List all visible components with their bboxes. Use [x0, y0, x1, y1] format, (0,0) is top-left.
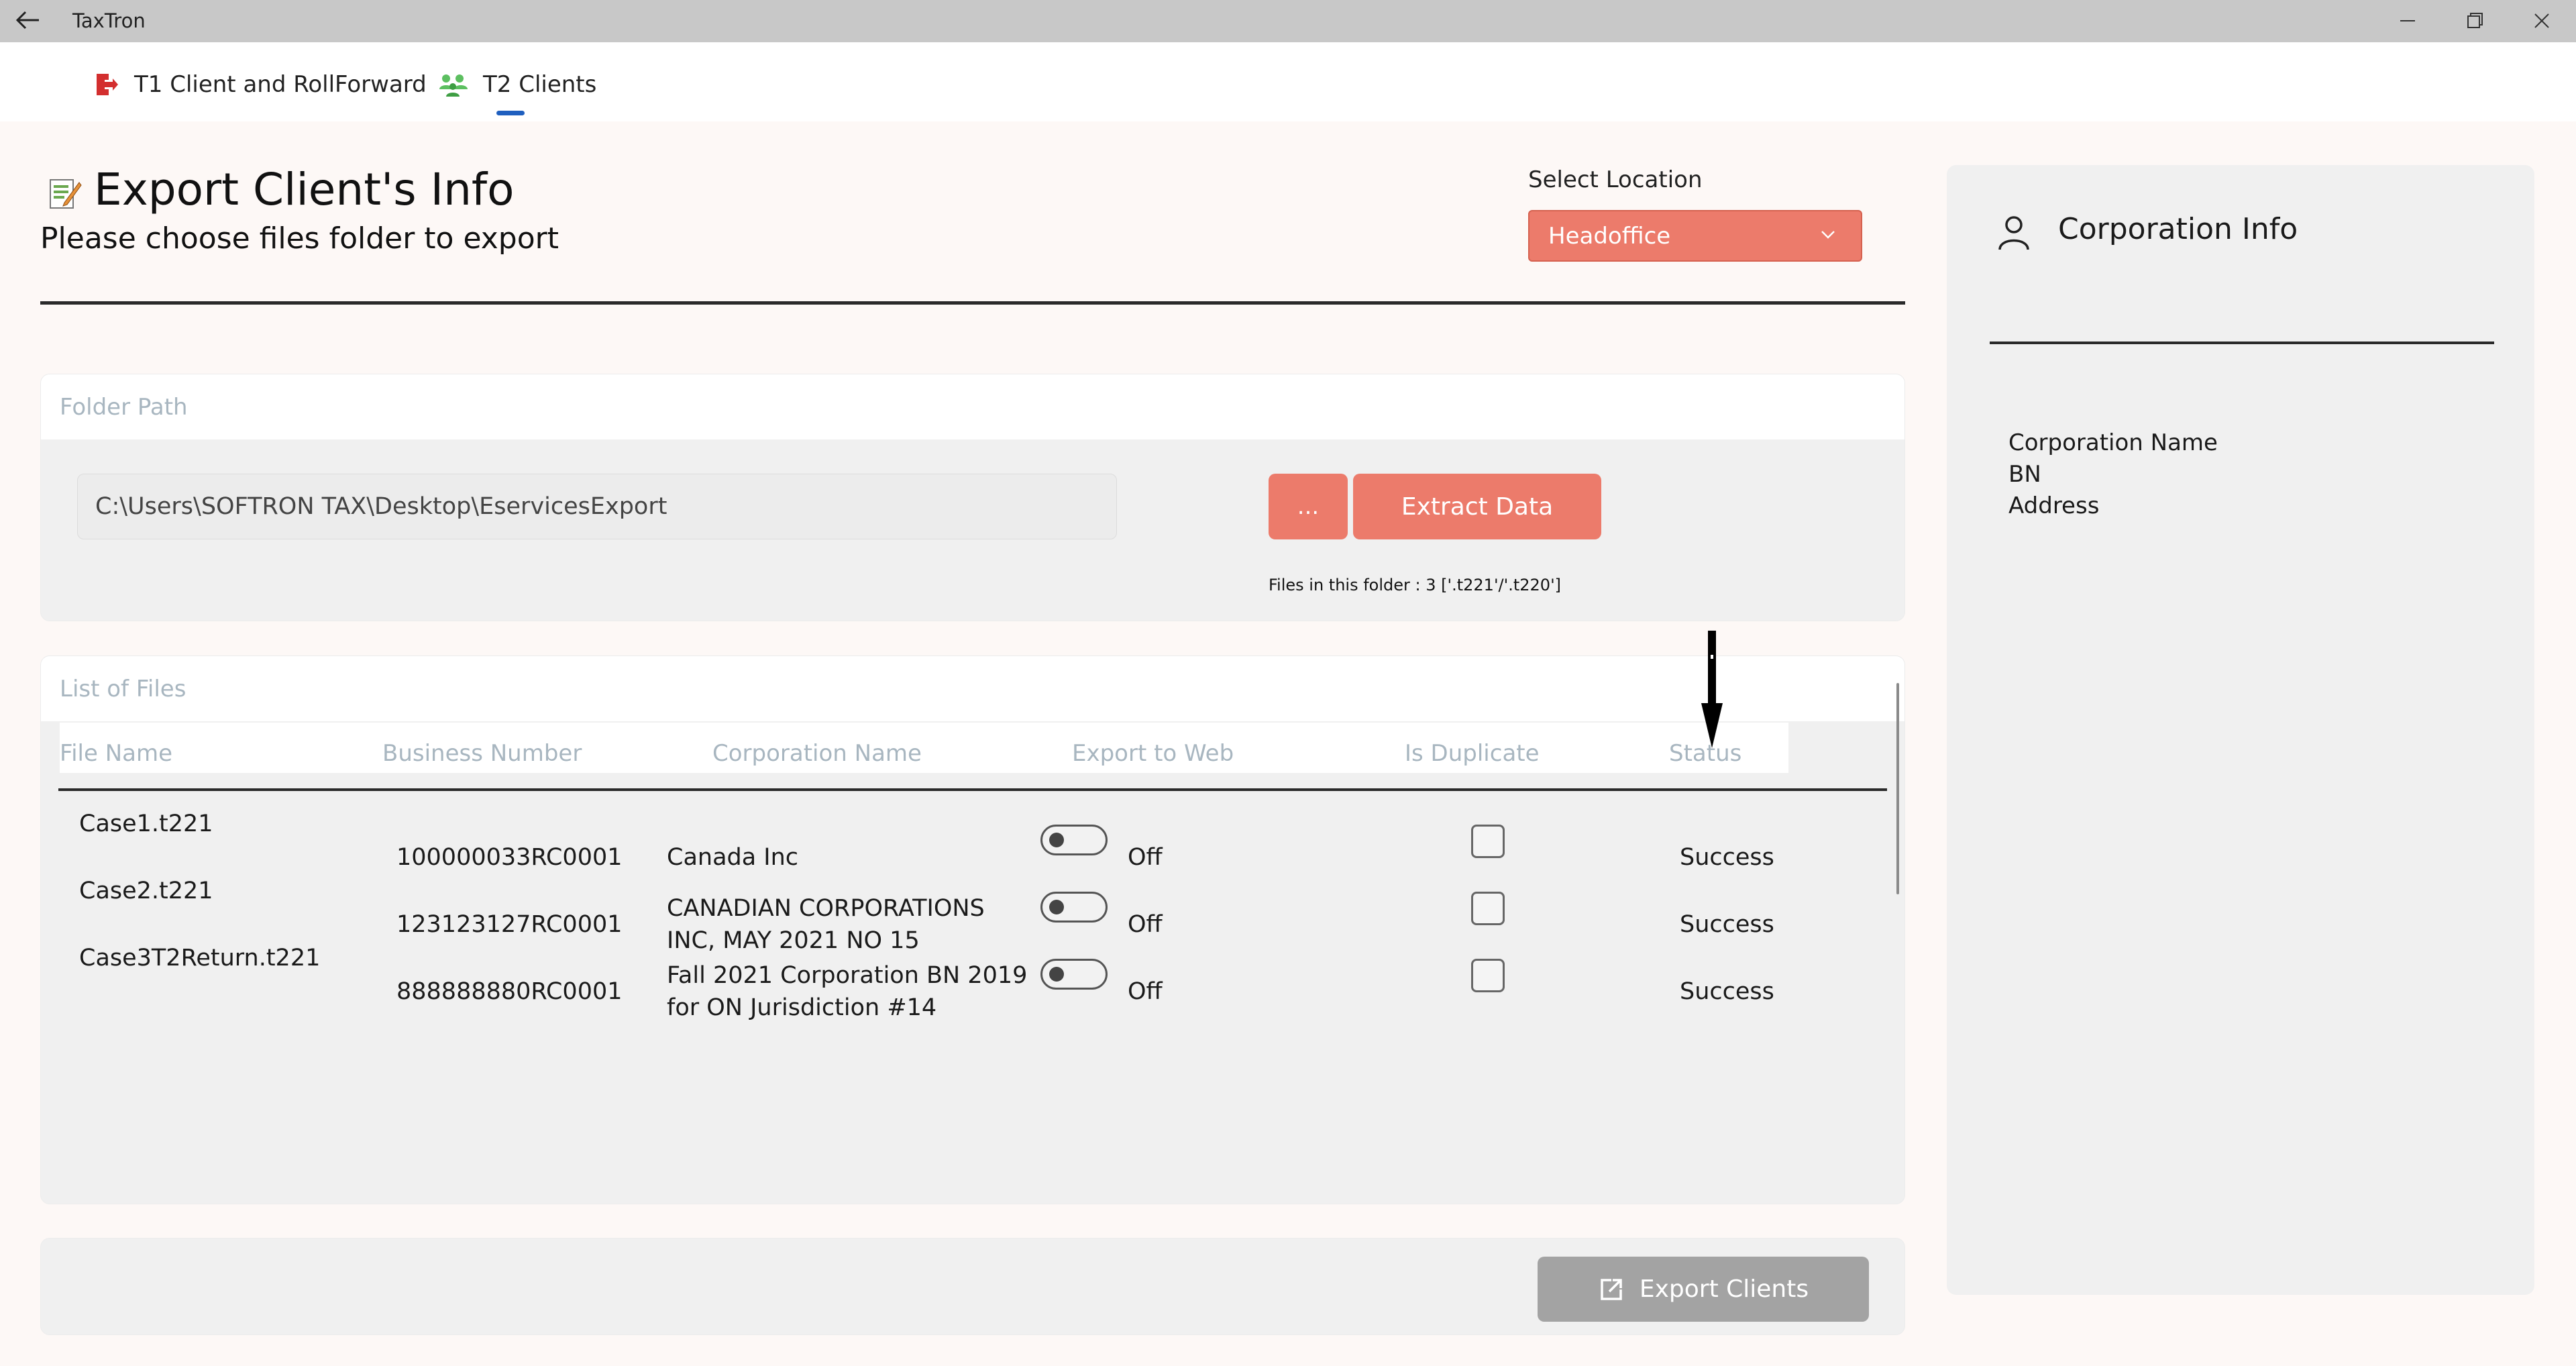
nav-bar: T1 Client and RollForward T2 Clients: [0, 42, 2576, 121]
business-number-cell: 888888880RC0001: [396, 978, 623, 1005]
window-title: TaxTron: [72, 9, 146, 32]
file-list-heading: List of Files: [41, 656, 1904, 721]
export-to-web-toggle[interactable]: [1040, 959, 1108, 990]
tab-t2-clients[interactable]: T2 Clients: [439, 66, 596, 103]
tab-label: T1 Client and RollForward: [134, 71, 427, 98]
folder-path-card: Folder Path C:\Users\SOFTRON TAX\Desktop…: [40, 374, 1905, 621]
export-toggle-state: Off: [1128, 978, 1163, 1005]
is-duplicate-checkbox[interactable]: [1471, 959, 1505, 992]
is-duplicate-checkbox[interactable]: [1471, 892, 1505, 925]
location-label: Select Location: [1528, 166, 1703, 193]
restore-icon[interactable]: [2459, 5, 2490, 36]
header-divider: [40, 301, 1905, 305]
folder-path-heading: Folder Path: [41, 374, 1904, 439]
users-group-icon: [439, 74, 468, 97]
folder-path-input[interactable]: C:\Users\SOFTRON TAX\Desktop\EservicesEx…: [77, 474, 1117, 539]
business-number-cell: 100000033RC0001: [396, 844, 623, 871]
tab-t1-client-rollforward[interactable]: T1 Client and RollForward: [94, 66, 427, 103]
minimize-icon[interactable]: [2392, 5, 2423, 36]
export-to-web-toggle[interactable]: [1040, 825, 1108, 855]
file-list-card: List of Files File Name Business Number …: [40, 655, 1905, 1204]
address-label: Address: [2008, 492, 2100, 519]
export-toggle-state: Off: [1128, 911, 1163, 938]
file-name-cell: Case2.t221: [79, 878, 213, 904]
status-cell: Success: [1680, 978, 1774, 1005]
chevron-down-icon: [1821, 231, 1835, 239]
page-title: Export Client's Info: [94, 164, 515, 215]
business-number-cell: 123123127RC0001: [396, 911, 623, 938]
corporation-info-title: Corporation Info: [2058, 212, 2298, 246]
corporation-name-cell-line2: for ON Jurisdiction #14: [667, 994, 937, 1021]
annotation-arrow-icon: [1701, 631, 1723, 748]
corporation-name-label: Corporation Name: [2008, 429, 2218, 456]
browse-folder-button[interactable]: ...: [1269, 474, 1348, 539]
export-document-icon: [50, 179, 82, 209]
export-toggle-state: Off: [1128, 844, 1163, 871]
column-corporation-name[interactable]: Corporation Name: [712, 740, 922, 767]
page-subtitle: Please choose files folder to export: [40, 221, 559, 256]
export-clients-label: Export Clients: [1639, 1275, 1809, 1303]
corporation-name-cell: Fall 2021 Corporation BN 2019: [667, 962, 1028, 989]
corporation-info-divider: [1990, 342, 2494, 344]
user-icon: [1998, 216, 2029, 250]
exit-doc-icon: [97, 74, 118, 95]
list-scrollbar[interactable]: [1896, 683, 1899, 894]
corporation-info-panel: Corporation Info Corporation Name BN Add…: [1947, 165, 2534, 1295]
column-business-number[interactable]: Business Number: [382, 740, 582, 767]
close-icon[interactable]: [2526, 5, 2557, 36]
extract-data-button[interactable]: Extract Data: [1353, 474, 1601, 539]
export-to-web-toggle[interactable]: [1040, 892, 1108, 923]
location-select[interactable]: Headoffice: [1528, 210, 1862, 262]
export-clients-button[interactable]: Export Clients: [1538, 1257, 1869, 1322]
column-header-divider: [58, 788, 1887, 791]
file-name-cell: Case1.t221: [79, 810, 213, 837]
status-cell: Success: [1680, 844, 1774, 871]
file-name-cell: Case3T2Return.t221: [79, 945, 321, 971]
files-count-note: Files in this folder : 3 ['.t221'/'.t220…: [1269, 576, 1562, 594]
column-is-duplicate[interactable]: Is Duplicate: [1405, 740, 1540, 767]
corporation-name-cell-line2: INC, MAY 2021 NO 15: [667, 927, 920, 954]
column-export-to-web[interactable]: Export to Web: [1072, 740, 1234, 767]
location-value: Headoffice: [1548, 222, 1671, 250]
column-file-name[interactable]: File Name: [60, 740, 172, 767]
status-cell: Success: [1680, 911, 1774, 938]
tab-label: T2 Clients: [483, 71, 597, 98]
external-link-icon: [1601, 1278, 1622, 1300]
back-arrow-icon[interactable]: [12, 7, 43, 34]
tab-selection-indicator: [496, 111, 525, 115]
is-duplicate-checkbox[interactable]: [1471, 825, 1505, 858]
corporation-name-cell: CANADIAN CORPORATIONS: [667, 895, 985, 922]
title-bar: TaxTron: [0, 0, 2576, 42]
corporation-name-cell: Canada Inc: [667, 844, 799, 871]
bn-label: BN: [2008, 461, 2041, 488]
